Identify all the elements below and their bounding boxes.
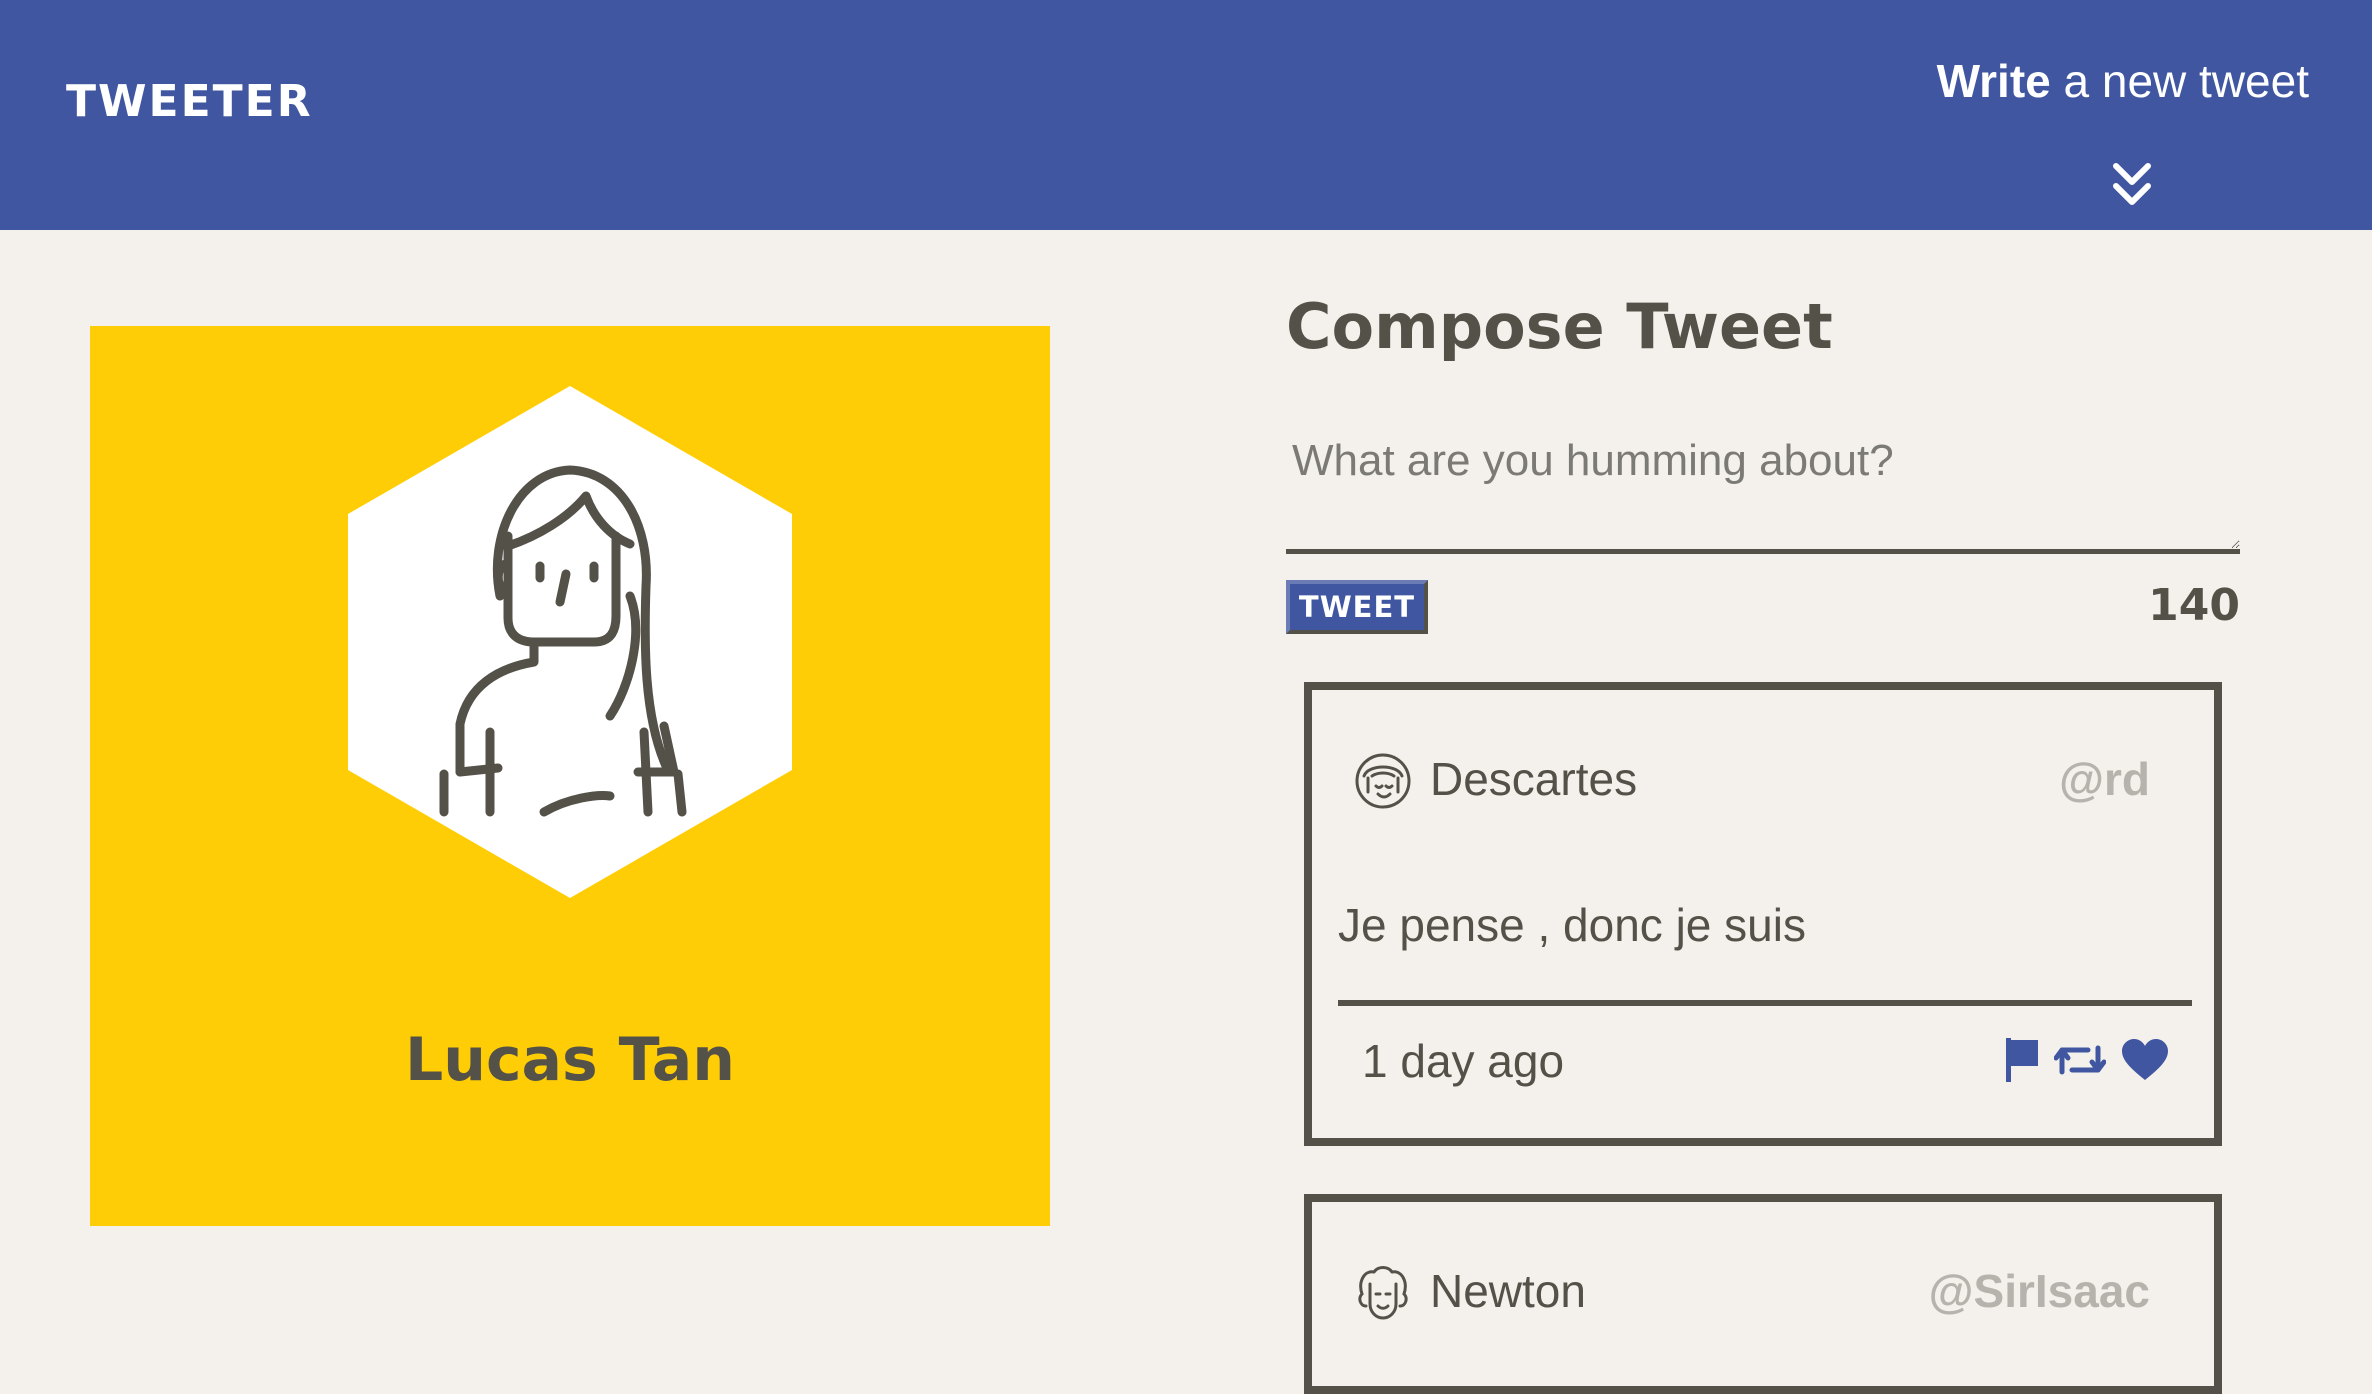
write-link-rest: a new tweet bbox=[2063, 55, 2309, 107]
retweet-icon[interactable] bbox=[2054, 1040, 2106, 1080]
tweet-author-name: Descartes bbox=[1430, 753, 1638, 805]
tweet-author-handle: @SirIsaac bbox=[1928, 1265, 2150, 1317]
woman-avatar-icon bbox=[348, 386, 792, 898]
profile-card: Lucas Tan bbox=[90, 326, 1050, 1226]
profile-name: Lucas Tan bbox=[405, 1025, 735, 1095]
write-link-strong: Write bbox=[1936, 55, 2051, 107]
tweet-author-name: Newton bbox=[1430, 1265, 1586, 1317]
tweet-button[interactable]: TWEET bbox=[1286, 580, 1428, 634]
heart-icon[interactable] bbox=[2120, 1038, 2170, 1082]
tweet-text-input[interactable] bbox=[1286, 420, 2240, 554]
flag-icon[interactable] bbox=[2004, 1036, 2040, 1084]
tweet-header: Descartes @rd bbox=[1354, 746, 2150, 816]
compose-title: Compose Tweet bbox=[1286, 290, 1833, 363]
tweet-header: Newton @SirIsaac bbox=[1354, 1258, 2150, 1328]
tweet-card: Newton @SirIsaac bbox=[1304, 1194, 2222, 1394]
tweet-actions bbox=[2004, 1034, 2170, 1086]
tweet-card: Descartes @rd Je pense , donc je suis 1 … bbox=[1304, 682, 2222, 1146]
tweet-divider bbox=[1338, 1000, 2192, 1006]
tweet-timestamp: 1 day ago bbox=[1362, 1035, 1565, 1087]
double-chevron-down-icon[interactable] bbox=[2112, 162, 2152, 208]
brand-logo[interactable]: TWEETER bbox=[66, 80, 313, 124]
char-counter: 140 bbox=[2148, 580, 2240, 631]
tweet-author-handle: @rd bbox=[2059, 753, 2150, 805]
write-new-tweet-link[interactable]: Write a new tweet bbox=[1937, 58, 2309, 104]
newton-avatar-icon bbox=[1358, 1266, 1408, 1320]
top-nav: TWEETER Write a new tweet bbox=[0, 0, 2372, 230]
tweet-text: Je pense , donc je suis bbox=[1338, 899, 1806, 951]
descartes-avatar-icon bbox=[1355, 753, 1411, 809]
